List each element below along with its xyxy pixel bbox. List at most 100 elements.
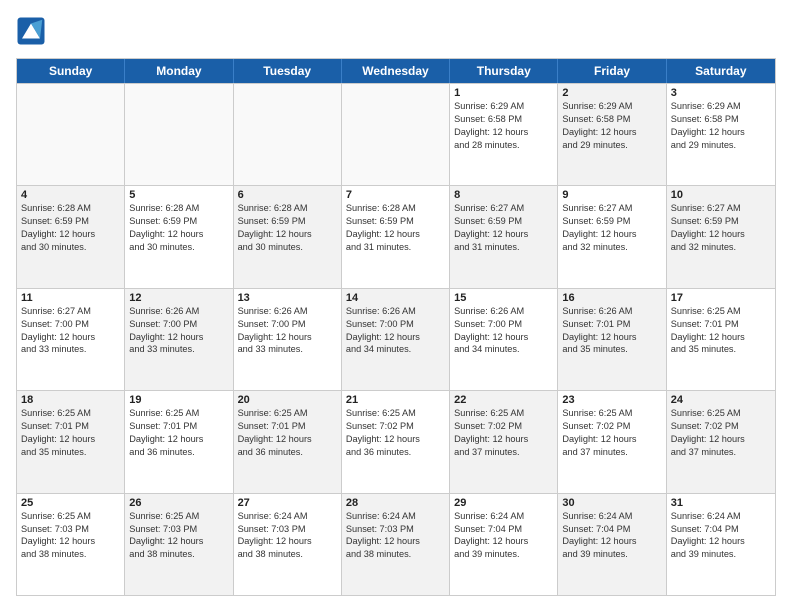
calendar-cell: 28Sunrise: 6:24 AM Sunset: 7:03 PM Dayli… (342, 494, 450, 595)
cell-info: Sunrise: 6:25 AM Sunset: 7:02 PM Dayligh… (562, 407, 661, 459)
day-number: 22 (454, 394, 553, 406)
day-number: 11 (21, 292, 120, 304)
calendar-cell: 10Sunrise: 6:27 AM Sunset: 6:59 PM Dayli… (667, 186, 775, 287)
calendar-cell (17, 84, 125, 185)
cell-info: Sunrise: 6:26 AM Sunset: 7:00 PM Dayligh… (238, 305, 337, 357)
logo-icon (16, 16, 46, 46)
cell-info: Sunrise: 6:26 AM Sunset: 7:01 PM Dayligh… (562, 305, 661, 357)
calendar-cell: 15Sunrise: 6:26 AM Sunset: 7:00 PM Dayli… (450, 289, 558, 390)
cell-info: Sunrise: 6:26 AM Sunset: 7:00 PM Dayligh… (454, 305, 553, 357)
calendar-cell: 8Sunrise: 6:27 AM Sunset: 6:59 PM Daylig… (450, 186, 558, 287)
calendar-cell: 5Sunrise: 6:28 AM Sunset: 6:59 PM Daylig… (125, 186, 233, 287)
cell-info: Sunrise: 6:29 AM Sunset: 6:58 PM Dayligh… (562, 100, 661, 152)
page: SundayMondayTuesdayWednesdayThursdayFrid… (0, 0, 792, 612)
day-number: 5 (129, 189, 228, 201)
calendar-cell: 16Sunrise: 6:26 AM Sunset: 7:01 PM Dayli… (558, 289, 666, 390)
calendar-cell: 31Sunrise: 6:24 AM Sunset: 7:04 PM Dayli… (667, 494, 775, 595)
calendar-cell: 12Sunrise: 6:26 AM Sunset: 7:00 PM Dayli… (125, 289, 233, 390)
day-number: 21 (346, 394, 445, 406)
calendar-cell: 13Sunrise: 6:26 AM Sunset: 7:00 PM Dayli… (234, 289, 342, 390)
calendar-cell: 4Sunrise: 6:28 AM Sunset: 6:59 PM Daylig… (17, 186, 125, 287)
day-number: 9 (562, 189, 661, 201)
day-number: 12 (129, 292, 228, 304)
cell-info: Sunrise: 6:25 AM Sunset: 7:03 PM Dayligh… (129, 510, 228, 562)
day-number: 8 (454, 189, 553, 201)
cell-info: Sunrise: 6:24 AM Sunset: 7:03 PM Dayligh… (346, 510, 445, 562)
day-number: 24 (671, 394, 771, 406)
day-number: 16 (562, 292, 661, 304)
calendar-cell: 14Sunrise: 6:26 AM Sunset: 7:00 PM Dayli… (342, 289, 450, 390)
calendar-cell: 18Sunrise: 6:25 AM Sunset: 7:01 PM Dayli… (17, 391, 125, 492)
calendar-cell: 23Sunrise: 6:25 AM Sunset: 7:02 PM Dayli… (558, 391, 666, 492)
calendar-cell: 21Sunrise: 6:25 AM Sunset: 7:02 PM Dayli… (342, 391, 450, 492)
cell-info: Sunrise: 6:28 AM Sunset: 6:59 PM Dayligh… (129, 202, 228, 254)
calendar-week-2: 4Sunrise: 6:28 AM Sunset: 6:59 PM Daylig… (17, 185, 775, 287)
calendar-cell: 30Sunrise: 6:24 AM Sunset: 7:04 PM Dayli… (558, 494, 666, 595)
day-number: 14 (346, 292, 445, 304)
cell-info: Sunrise: 6:24 AM Sunset: 7:04 PM Dayligh… (671, 510, 771, 562)
day-number: 19 (129, 394, 228, 406)
header (16, 16, 776, 46)
cell-info: Sunrise: 6:29 AM Sunset: 6:58 PM Dayligh… (671, 100, 771, 152)
header-day-saturday: Saturday (667, 59, 775, 83)
calendar-cell (234, 84, 342, 185)
calendar-cell: 2Sunrise: 6:29 AM Sunset: 6:58 PM Daylig… (558, 84, 666, 185)
cell-info: Sunrise: 6:28 AM Sunset: 6:59 PM Dayligh… (346, 202, 445, 254)
day-number: 31 (671, 497, 771, 509)
calendar-body: 1Sunrise: 6:29 AM Sunset: 6:58 PM Daylig… (17, 83, 775, 595)
calendar-cell (125, 84, 233, 185)
day-number: 7 (346, 189, 445, 201)
calendar-cell: 9Sunrise: 6:27 AM Sunset: 6:59 PM Daylig… (558, 186, 666, 287)
day-number: 17 (671, 292, 771, 304)
calendar-cell: 25Sunrise: 6:25 AM Sunset: 7:03 PM Dayli… (17, 494, 125, 595)
cell-info: Sunrise: 6:27 AM Sunset: 6:59 PM Dayligh… (562, 202, 661, 254)
day-number: 1 (454, 87, 553, 99)
calendar-week-1: 1Sunrise: 6:29 AM Sunset: 6:58 PM Daylig… (17, 83, 775, 185)
calendar-cell: 11Sunrise: 6:27 AM Sunset: 7:00 PM Dayli… (17, 289, 125, 390)
cell-info: Sunrise: 6:25 AM Sunset: 7:02 PM Dayligh… (346, 407, 445, 459)
calendar-cell: 19Sunrise: 6:25 AM Sunset: 7:01 PM Dayli… (125, 391, 233, 492)
cell-info: Sunrise: 6:26 AM Sunset: 7:00 PM Dayligh… (129, 305, 228, 357)
calendar-week-3: 11Sunrise: 6:27 AM Sunset: 7:00 PM Dayli… (17, 288, 775, 390)
calendar-cell (342, 84, 450, 185)
cell-info: Sunrise: 6:25 AM Sunset: 7:02 PM Dayligh… (454, 407, 553, 459)
cell-info: Sunrise: 6:25 AM Sunset: 7:01 PM Dayligh… (21, 407, 120, 459)
cell-info: Sunrise: 6:28 AM Sunset: 6:59 PM Dayligh… (238, 202, 337, 254)
header-day-friday: Friday (558, 59, 666, 83)
day-number: 15 (454, 292, 553, 304)
day-number: 13 (238, 292, 337, 304)
logo (16, 16, 50, 46)
cell-info: Sunrise: 6:27 AM Sunset: 7:00 PM Dayligh… (21, 305, 120, 357)
day-number: 23 (562, 394, 661, 406)
cell-info: Sunrise: 6:26 AM Sunset: 7:00 PM Dayligh… (346, 305, 445, 357)
header-day-wednesday: Wednesday (342, 59, 450, 83)
day-number: 4 (21, 189, 120, 201)
cell-info: Sunrise: 6:27 AM Sunset: 6:59 PM Dayligh… (671, 202, 771, 254)
calendar-cell: 6Sunrise: 6:28 AM Sunset: 6:59 PM Daylig… (234, 186, 342, 287)
day-number: 29 (454, 497, 553, 509)
calendar-cell: 22Sunrise: 6:25 AM Sunset: 7:02 PM Dayli… (450, 391, 558, 492)
header-day-tuesday: Tuesday (234, 59, 342, 83)
calendar: SundayMondayTuesdayWednesdayThursdayFrid… (16, 58, 776, 596)
calendar-cell: 20Sunrise: 6:25 AM Sunset: 7:01 PM Dayli… (234, 391, 342, 492)
calendar-header: SundayMondayTuesdayWednesdayThursdayFrid… (17, 59, 775, 83)
day-number: 27 (238, 497, 337, 509)
header-day-thursday: Thursday (450, 59, 558, 83)
calendar-cell: 7Sunrise: 6:28 AM Sunset: 6:59 PM Daylig… (342, 186, 450, 287)
day-number: 10 (671, 189, 771, 201)
cell-info: Sunrise: 6:25 AM Sunset: 7:03 PM Dayligh… (21, 510, 120, 562)
cell-info: Sunrise: 6:25 AM Sunset: 7:01 PM Dayligh… (238, 407, 337, 459)
cell-info: Sunrise: 6:24 AM Sunset: 7:04 PM Dayligh… (454, 510, 553, 562)
day-number: 26 (129, 497, 228, 509)
calendar-cell: 17Sunrise: 6:25 AM Sunset: 7:01 PM Dayli… (667, 289, 775, 390)
calendar-cell: 27Sunrise: 6:24 AM Sunset: 7:03 PM Dayli… (234, 494, 342, 595)
header-day-sunday: Sunday (17, 59, 125, 83)
cell-info: Sunrise: 6:25 AM Sunset: 7:02 PM Dayligh… (671, 407, 771, 459)
cell-info: Sunrise: 6:29 AM Sunset: 6:58 PM Dayligh… (454, 100, 553, 152)
cell-info: Sunrise: 6:28 AM Sunset: 6:59 PM Dayligh… (21, 202, 120, 254)
day-number: 2 (562, 87, 661, 99)
day-number: 3 (671, 87, 771, 99)
day-number: 30 (562, 497, 661, 509)
cell-info: Sunrise: 6:27 AM Sunset: 6:59 PM Dayligh… (454, 202, 553, 254)
calendar-cell: 24Sunrise: 6:25 AM Sunset: 7:02 PM Dayli… (667, 391, 775, 492)
